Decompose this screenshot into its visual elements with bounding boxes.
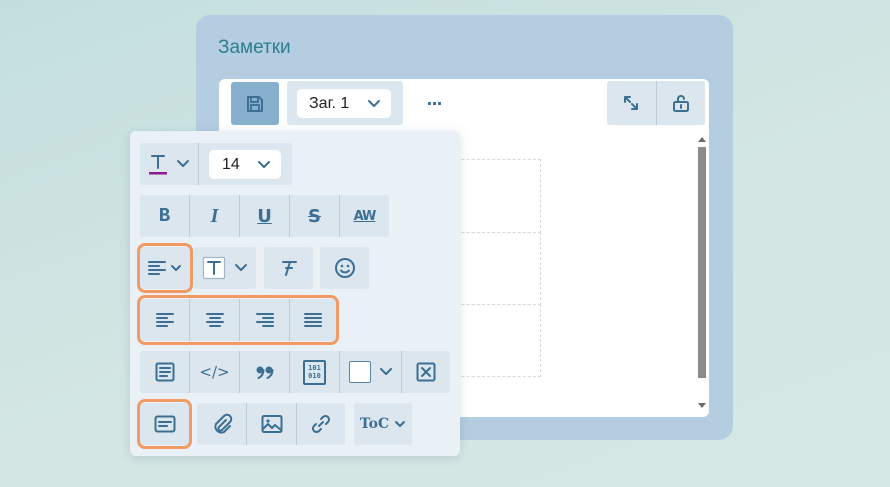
color-swatch-button[interactable]: [339, 351, 401, 393]
chevron-down-icon: [235, 264, 247, 271]
kerning-icon: AW: [353, 208, 377, 224]
paragraph-button[interactable]: [140, 351, 189, 393]
binary-button[interactable]: 101 010: [289, 351, 339, 393]
text-color-button[interactable]: [140, 143, 198, 185]
clear-format-icon: [281, 261, 297, 276]
chevron-down-icon: [177, 160, 189, 167]
emoji-group: [320, 247, 369, 289]
attach-icon: [213, 413, 232, 434]
chevron-down-icon: [171, 264, 181, 271]
clear-format-group: [264, 247, 313, 289]
heading-select[interactable]: Заг. 1: [297, 89, 391, 118]
editor-actions: [607, 81, 705, 125]
font-size-cell: 14: [198, 143, 292, 185]
alignment-group: [140, 299, 336, 341]
scroll-thumb[interactable]: [698, 147, 706, 378]
card-button[interactable]: [140, 403, 189, 445]
toc-icon: ToC: [359, 416, 390, 432]
fullscreen-button[interactable]: [607, 81, 656, 125]
image-button[interactable]: [246, 403, 296, 445]
save-icon: [247, 95, 263, 112]
code-button[interactable]: </>: [189, 351, 239, 393]
paragraph-icon: [155, 362, 174, 382]
emoji-button[interactable]: [320, 247, 369, 289]
more-icon: ···: [426, 93, 442, 113]
align-right-button[interactable]: [239, 299, 289, 341]
text-box-button[interactable]: [194, 247, 256, 289]
format-popup: 14 B I U S AW </> 101 010 ToC: [130, 131, 460, 456]
close-box-icon: [416, 362, 436, 382]
align-justify-button[interactable]: [289, 299, 336, 341]
unlock-icon: [672, 95, 689, 112]
toc-group: ToC: [354, 403, 412, 445]
italic-button[interactable]: I: [189, 195, 239, 237]
text-box-icon: [202, 256, 226, 280]
emoji-icon: [334, 258, 355, 278]
align-dropdown-group: [140, 247, 190, 289]
binary-label-bottom: 010: [308, 372, 321, 380]
scroll-down-arrow[interactable]: [698, 403, 706, 408]
strikethrough-icon: S: [308, 205, 321, 227]
font-size-select[interactable]: 14: [209, 150, 281, 179]
align-justify-icon: [304, 313, 322, 327]
more-button[interactable]: ···: [419, 89, 449, 117]
panel-title: Заметки: [218, 37, 291, 58]
unlock-button[interactable]: [655, 81, 706, 125]
align-right-icon: [255, 313, 274, 327]
text-box-group: [194, 247, 256, 289]
align-dropdown-button[interactable]: [140, 247, 190, 289]
card-group: [140, 403, 189, 445]
remove-block-button[interactable]: [401, 351, 450, 393]
align-center-icon: [205, 313, 224, 327]
fullscreen-icon: [624, 96, 639, 110]
binary-icon: 101 010: [303, 359, 326, 385]
italic-icon: I: [210, 204, 219, 227]
code-icon: </>: [199, 363, 230, 381]
heading-select-value: Заг. 1: [309, 94, 350, 112]
quote-icon: [256, 366, 273, 379]
font-size-value: 14: [222, 155, 240, 173]
text-color-icon: [149, 155, 167, 175]
underline-icon: U: [257, 205, 272, 227]
chevron-down-icon: [368, 99, 380, 107]
align-icon: [148, 261, 166, 275]
link-button[interactable]: [296, 403, 345, 445]
media-group: [197, 403, 345, 445]
scroll-up-arrow[interactable]: [698, 137, 706, 142]
chevron-down-icon: [379, 368, 392, 375]
font-group: 14: [140, 143, 292, 185]
text-style-group: B I U S AW: [140, 195, 389, 237]
link-icon: [311, 414, 331, 434]
block-tools-group: </> 101 010: [140, 351, 450, 393]
toc-button[interactable]: ToC: [354, 403, 412, 445]
underline-button[interactable]: U: [239, 195, 289, 237]
clear-format-button[interactable]: [264, 247, 313, 289]
quote-button[interactable]: [239, 351, 289, 393]
bold-icon: B: [158, 205, 171, 227]
align-center-button[interactable]: [189, 299, 239, 341]
strikethrough-button[interactable]: S: [289, 195, 339, 237]
align-left-icon: [155, 313, 174, 327]
attach-button[interactable]: [197, 403, 246, 445]
align-left-button[interactable]: [140, 299, 189, 341]
bold-button[interactable]: B: [140, 195, 189, 237]
editor-scrollbar[interactable]: [695, 135, 709, 417]
image-icon: [261, 415, 282, 433]
color-swatch-icon: [348, 361, 371, 383]
card-icon: [154, 415, 175, 433]
binary-label-top: 101: [308, 364, 321, 372]
chevron-down-icon: [395, 420, 406, 427]
chevron-down-icon: [258, 160, 270, 168]
kerning-button[interactable]: AW: [339, 195, 389, 237]
save-button[interactable]: [231, 82, 279, 125]
heading-select-group: Заг. 1: [287, 81, 403, 125]
